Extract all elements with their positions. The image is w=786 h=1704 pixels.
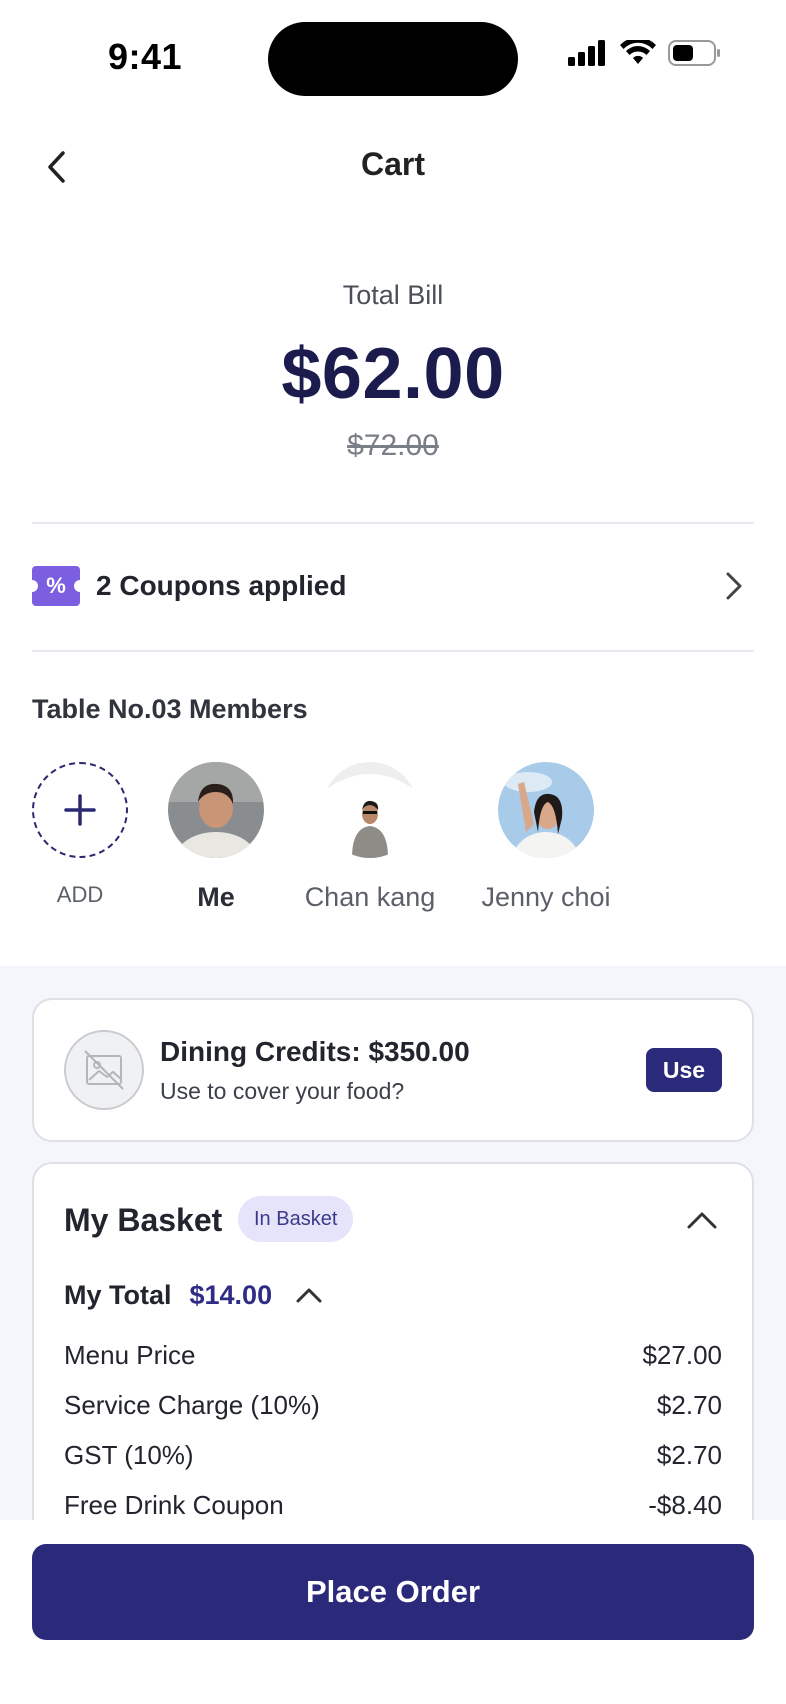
line-item: Menu Price $27.00 [64,1330,722,1380]
total-bill-amount: $62.00 [281,334,505,414]
line-item: GST (10%) $2.70 [64,1430,722,1480]
line-item-value: -$8.40 [648,1489,722,1520]
line-item-label: Menu Price [64,1339,196,1370]
add-member[interactable]: ADD [32,762,128,913]
dining-credits-subtitle: Use to cover your food? [160,1078,405,1104]
bottom-action-bar: Place Order [0,1520,786,1704]
add-member-label: ADD [56,882,104,907]
coupons-applied-text: 2 Coupons applied [96,570,347,601]
battery-icon [668,40,720,66]
price-breakdown: Menu Price $27.00 Service Charge (10%) $… [64,1330,722,1530]
line-item-label: Free Drink Coupon [64,1489,284,1520]
status-icons [568,40,722,66]
member-chan-kang[interactable]: Chan kang [300,762,440,913]
avatar [168,762,264,858]
add-member-button[interactable] [32,762,128,858]
my-total-value: $14.00 [189,1279,273,1310]
line-item-value: $2.70 [656,1439,722,1470]
line-item-value: $27.00 [642,1339,722,1370]
plus-icon [64,794,96,826]
line-item-label: Service Charge (10%) [64,1389,320,1420]
total-bill-section: Total Bill $62.00 $72.00 [0,280,786,463]
wifi-icon [620,40,656,64]
total-bill-label: Total Bill [342,280,444,310]
in-basket-badge: In Basket [238,1196,354,1242]
dining-credits-title: Dining Credits: $350.00 [160,1036,470,1067]
dynamic-island [268,22,518,96]
avatar [322,762,418,858]
coupon-ticket-icon: % [26,566,86,606]
page-title: Cart [360,146,425,182]
place-order-button[interactable]: Place Order [32,1544,754,1640]
members-title: Table No.03 Members [32,694,308,724]
cellular-signal-icon [568,40,605,66]
member-name: Chan kang [304,882,436,912]
status-bar: 9:41 [0,0,786,110]
my-total-row: My Total $14.00 [64,1278,326,1312]
original-bill-amount: $72.00 [347,429,439,462]
line-item-value: $2.70 [656,1389,722,1420]
chevron-right-icon [714,566,754,606]
coupon-badge-symbol: % [46,573,66,598]
basket-title: My Basket [64,1202,223,1238]
coupons-row[interactable]: % 2 Coupons applied [26,546,754,626]
status-time: 9:41 [108,36,183,77]
basket-collapse-button[interactable] [682,1200,722,1240]
avatar [498,762,594,858]
divider [32,522,754,524]
line-item-label: GST (10%) [64,1439,194,1470]
members-list: ADD Me Chan kang Jenny choi [32,762,616,913]
member-name: Jenny choi [481,882,611,912]
chevron-up-icon [296,1288,322,1303]
divider [32,650,754,652]
member-me[interactable]: Me [168,762,264,913]
image-placeholder-icon [64,1030,144,1110]
use-credits-button[interactable]: Use [646,1048,722,1092]
line-item: Service Charge (10%) $2.70 [64,1380,722,1430]
my-total-label: My Total [64,1279,172,1310]
chevron-up-icon [687,1212,717,1229]
member-name: Me [197,882,235,912]
header: Cart [0,130,786,204]
total-breakdown-toggle[interactable] [292,1278,326,1312]
member-jenny-choi[interactable]: Jenny choi [476,762,616,913]
dining-credits-card: Dining Credits: $350.00 Use to cover you… [32,998,754,1142]
